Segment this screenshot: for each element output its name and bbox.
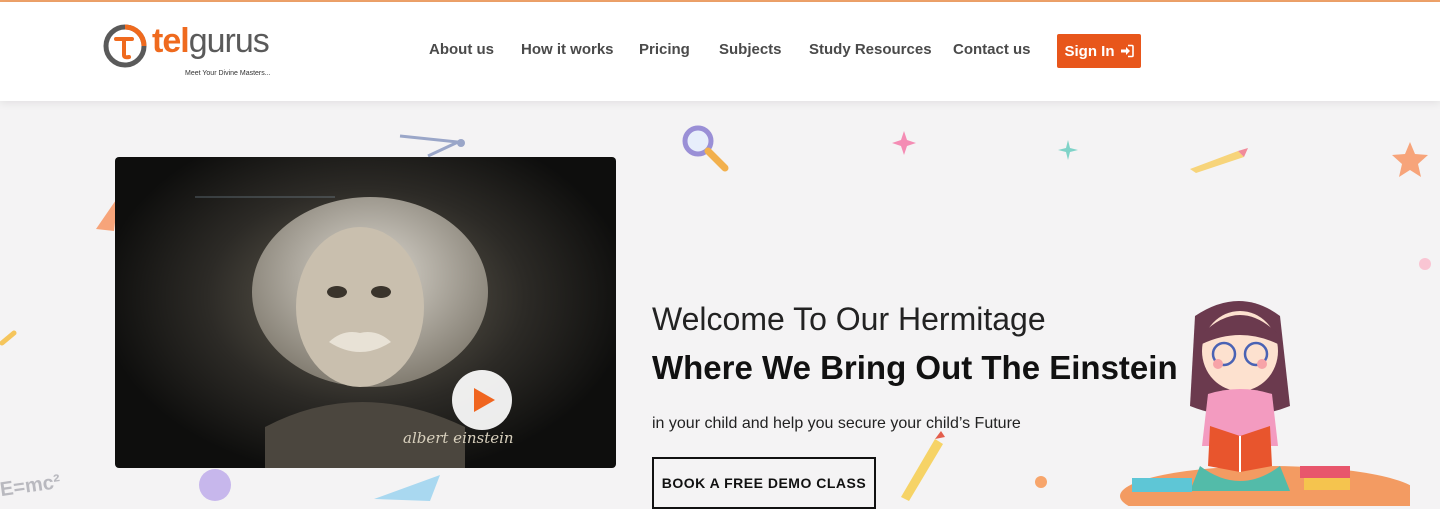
hero-description: in your child and help you secure your c…: [652, 415, 1021, 432]
ruler-triangle-icon: [374, 475, 440, 501]
hero-title: Where We Bring Out The Einstein: [652, 349, 1178, 386]
brand-logo[interactable]: telgurus Meet Your Divine Masters...: [100, 20, 290, 84]
logo-mark-icon: [103, 24, 147, 68]
formula-doodle: E=mc²: [0, 470, 62, 502]
book-demo-button[interactable]: BOOK A FREE DEMO CLASS: [652, 457, 876, 509]
sign-in-icon: [1120, 44, 1134, 58]
site-header: telgurus Meet Your Divine Masters... Abo…: [0, 2, 1440, 101]
hero-subtitle: Welcome To Our Hermitage: [652, 301, 1046, 337]
play-button[interactable]: [452, 370, 512, 430]
nav-study-resources[interactable]: Study Resources: [809, 41, 932, 58]
magnifier-doodle-icon: [682, 125, 729, 172]
nav-how-it-works[interactable]: How it works: [521, 41, 614, 58]
nav-pricing[interactable]: Pricing: [639, 41, 690, 58]
teal-star-icon: [1058, 140, 1078, 160]
einstein-portrait-image: [195, 196, 488, 468]
logo-text-tel: tel: [152, 22, 190, 60]
sign-in-button[interactable]: Sign In: [1057, 34, 1141, 68]
logo-text-gurus: gurus: [188, 22, 270, 60]
video-caption: albert einstein: [403, 429, 514, 447]
pencil-doodle-icon: [1190, 148, 1248, 173]
hero-section: E=mc² albert einstein Welcome To Our Her…: [0, 101, 1440, 509]
intro-video-player[interactable]: albert einstein: [115, 157, 616, 468]
purple-balloon-icon: [199, 469, 231, 501]
pink-dot-icon: [1419, 258, 1431, 270]
play-icon: [474, 388, 495, 412]
girl-reading-illustration: [1120, 301, 1410, 506]
orange-star-icon: [1392, 142, 1428, 177]
nav-contact-us[interactable]: Contact us: [953, 41, 1031, 58]
orange-dot-icon: [1035, 476, 1047, 488]
nav-about-us[interactable]: About us: [429, 41, 494, 58]
yellow-doodle-icon: [0, 330, 17, 346]
compass-doodle-icon: [399, 134, 465, 158]
logo-tagline: Meet Your Divine Masters...: [185, 70, 271, 77]
sign-in-label: Sign In: [1064, 42, 1115, 60]
pink-star-icon: [892, 131, 916, 155]
pencil-doodle-icon-2: [901, 431, 945, 501]
nav-subjects[interactable]: Subjects: [719, 41, 782, 58]
